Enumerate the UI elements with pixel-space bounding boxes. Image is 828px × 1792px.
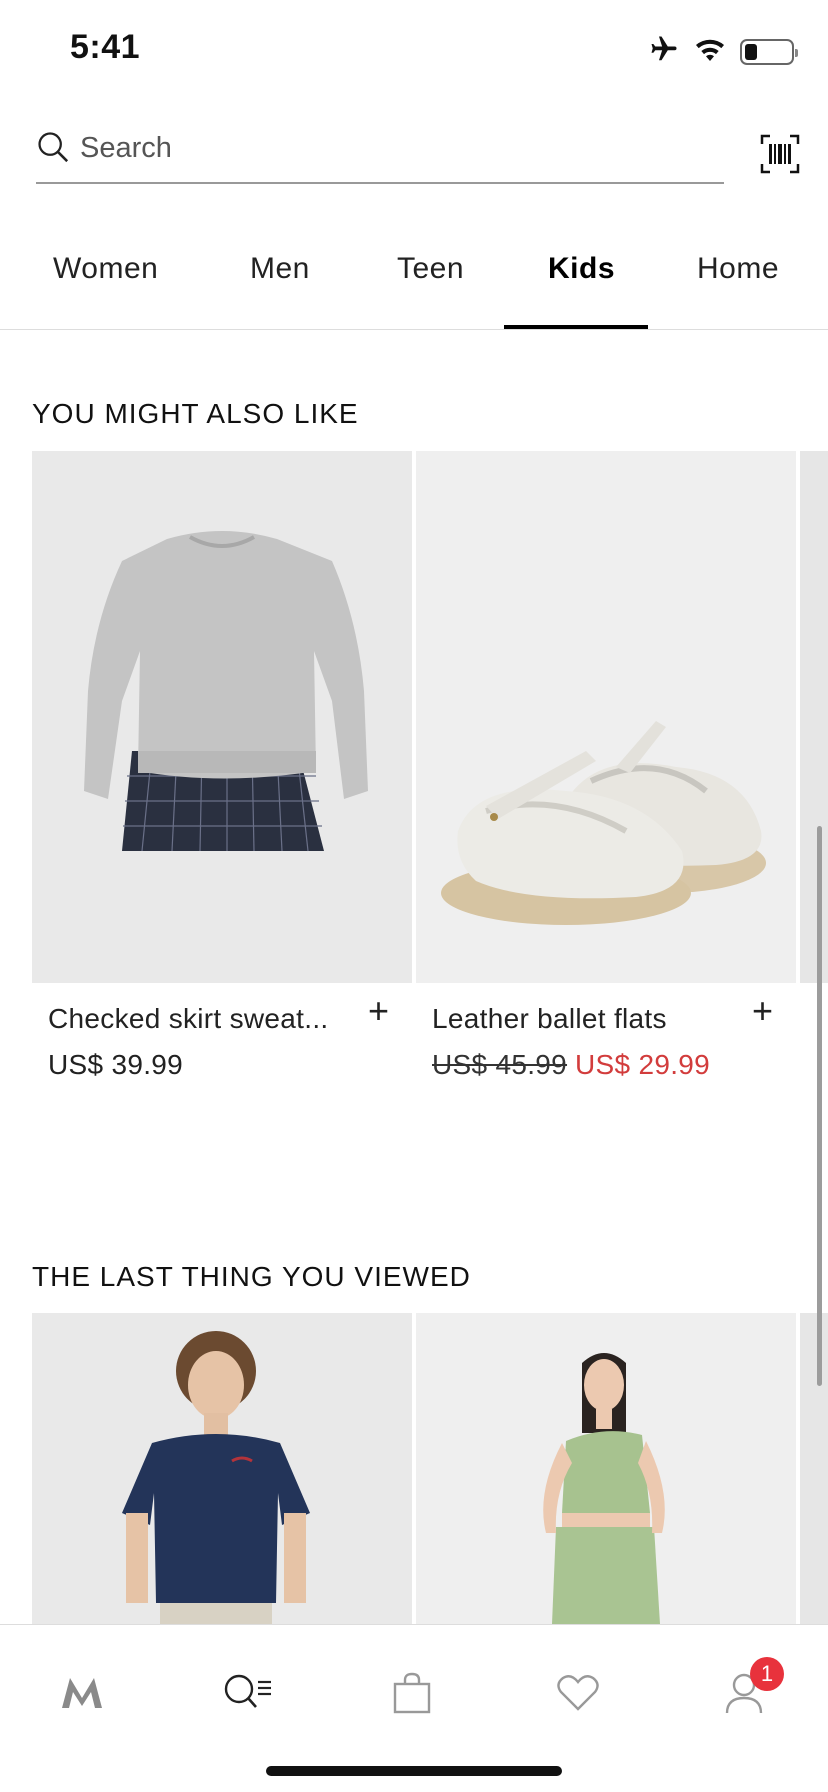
- recommendations-carousel[interactable]: Checked skirt sweat... + US$ 39.99 Leath…: [32, 451, 828, 1091]
- product-image-boy-tshirt[interactable]: [32, 1313, 412, 1624]
- tab-men[interactable]: Men: [250, 252, 310, 286]
- nav-bag[interactable]: [382, 1665, 442, 1725]
- brand-logo-icon: [60, 1676, 104, 1715]
- search-icon: [36, 130, 70, 169]
- product-image-partial[interactable]: [800, 1313, 828, 1624]
- product-price: US$ 39.99: [48, 1049, 184, 1080]
- notification-badge: 1: [750, 1657, 784, 1691]
- active-tab-indicator: [504, 325, 648, 329]
- section-title-recommendations: YOU MIGHT ALSO LIKE: [32, 398, 359, 429]
- nav-home[interactable]: [52, 1665, 112, 1725]
- product-card-partial[interactable]: [800, 1313, 828, 1624]
- status-icons: [648, 34, 798, 69]
- product-image-sweatshirt-dress[interactable]: [32, 451, 412, 983]
- product-name[interactable]: Leather ballet flats: [432, 1003, 667, 1035]
- barcode-scan-icon[interactable]: [760, 134, 800, 179]
- vertical-scrollbar[interactable]: [817, 826, 822, 1386]
- product-card[interactable]: Checked skirt sweat... + US$ 39.99: [32, 451, 412, 1080]
- sale-price: US$ 29.99: [575, 1049, 711, 1080]
- airplane-icon: [648, 34, 680, 69]
- heart-icon: [557, 1674, 599, 1717]
- product-image-partial[interactable]: [800, 451, 828, 983]
- category-tabs: Women Men Teen Kids Home: [0, 230, 828, 330]
- product-price: US$ 45.99 US$ 29.99: [432, 1049, 710, 1081]
- home-indicator: [266, 1766, 562, 1776]
- product-name[interactable]: Checked skirt sweat...: [48, 1003, 328, 1035]
- product-image-ballet-flats[interactable]: [416, 451, 796, 983]
- status-bar: 5:41: [0, 0, 828, 100]
- tab-teen[interactable]: Teen: [397, 252, 464, 286]
- recently-viewed-carousel[interactable]: [32, 1313, 828, 1624]
- battery-icon: [740, 38, 798, 65]
- status-time: 5:41: [70, 28, 141, 66]
- product-card[interactable]: [32, 1313, 412, 1624]
- search-menu-icon: [223, 1672, 273, 1719]
- product-card[interactable]: Leather ballet flats + US$ 45.99 US$ 29.9…: [416, 451, 796, 1080]
- search-input[interactable]: [80, 126, 680, 170]
- original-price: US$ 45.99: [432, 1049, 568, 1080]
- shopping-bag-icon: [393, 1672, 431, 1719]
- search-bar: [36, 118, 724, 184]
- product-image-girl-outfit[interactable]: [416, 1313, 796, 1624]
- nav-wishlist[interactable]: [548, 1665, 608, 1725]
- tab-women[interactable]: Women: [53, 252, 158, 286]
- nav-search[interactable]: [218, 1665, 278, 1725]
- add-to-bag-button[interactable]: +: [368, 993, 389, 1029]
- tab-kids[interactable]: Kids: [548, 252, 615, 286]
- wifi-icon: [694, 36, 726, 67]
- section-title-recently-viewed: THE LAST THING YOU VIEWED: [32, 1261, 471, 1292]
- tab-home[interactable]: Home: [697, 252, 779, 286]
- product-card[interactable]: [416, 1313, 796, 1624]
- add-to-bag-button[interactable]: +: [752, 993, 773, 1029]
- product-card-partial[interactable]: [800, 451, 828, 983]
